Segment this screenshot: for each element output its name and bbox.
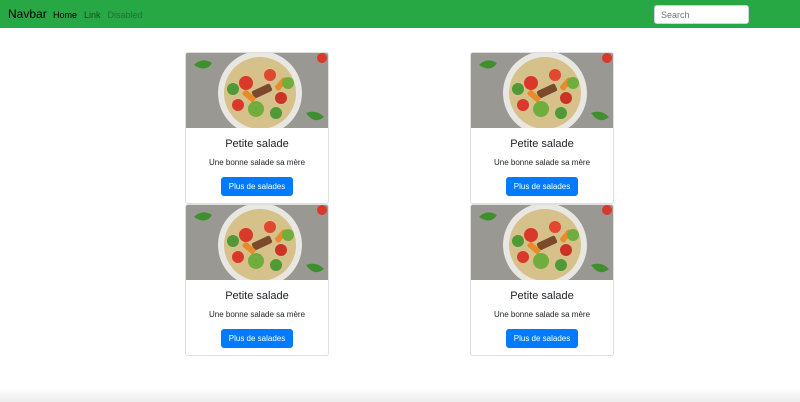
card-body: Petite salade Une bonne salade sa mère P… [471, 290, 613, 348]
salad-photo-icon [186, 53, 328, 128]
more-salads-button[interactable]: Plus de salades [505, 177, 579, 196]
footer-shadow [0, 388, 800, 402]
salad-card: Petite salade Une bonne salade sa mère P… [470, 52, 614, 204]
card-title: Petite salade [510, 138, 574, 150]
salad-photo-icon [471, 205, 613, 280]
salad-photo-icon [186, 205, 328, 280]
nav-links: Home Link Disabled [53, 10, 143, 20]
nav-link-home[interactable]: Home [53, 10, 77, 20]
card-body: Petite salade Une bonne salade sa mère P… [471, 138, 613, 196]
card-title: Petite salade [225, 138, 289, 150]
salad-card: Petite salade Une bonne salade sa mère P… [470, 204, 614, 356]
more-salads-button[interactable]: Plus de salades [220, 329, 294, 348]
navbar: Navbar Home Link Disabled [0, 0, 800, 28]
card-body: Petite salade Une bonne salade sa mère P… [186, 138, 328, 196]
more-salads-button[interactable]: Plus de salades [505, 329, 579, 348]
card-text: Une bonne salade sa mère [208, 310, 306, 319]
card-text: Une bonne salade sa mère [208, 158, 306, 167]
card-title: Petite salade [225, 290, 289, 302]
salad-photo-icon [471, 53, 613, 128]
card-title: Petite salade [510, 290, 574, 302]
more-salads-button[interactable]: Plus de salades [220, 177, 294, 196]
salad-card: Petite salade Une bonne salade sa mère P… [185, 52, 329, 204]
card-text: Une bonne salade sa mère [493, 158, 591, 167]
navbar-brand[interactable]: Navbar [8, 7, 47, 21]
search-input[interactable] [654, 5, 749, 24]
card-body: Petite salade Une bonne salade sa mère P… [186, 290, 328, 348]
nav-link-disabled: Disabled [107, 10, 143, 20]
nav-link-link[interactable]: Link [84, 10, 101, 20]
salad-card: Petite salade Une bonne salade sa mère P… [185, 204, 329, 356]
card-text: Une bonne salade sa mère [493, 310, 591, 319]
